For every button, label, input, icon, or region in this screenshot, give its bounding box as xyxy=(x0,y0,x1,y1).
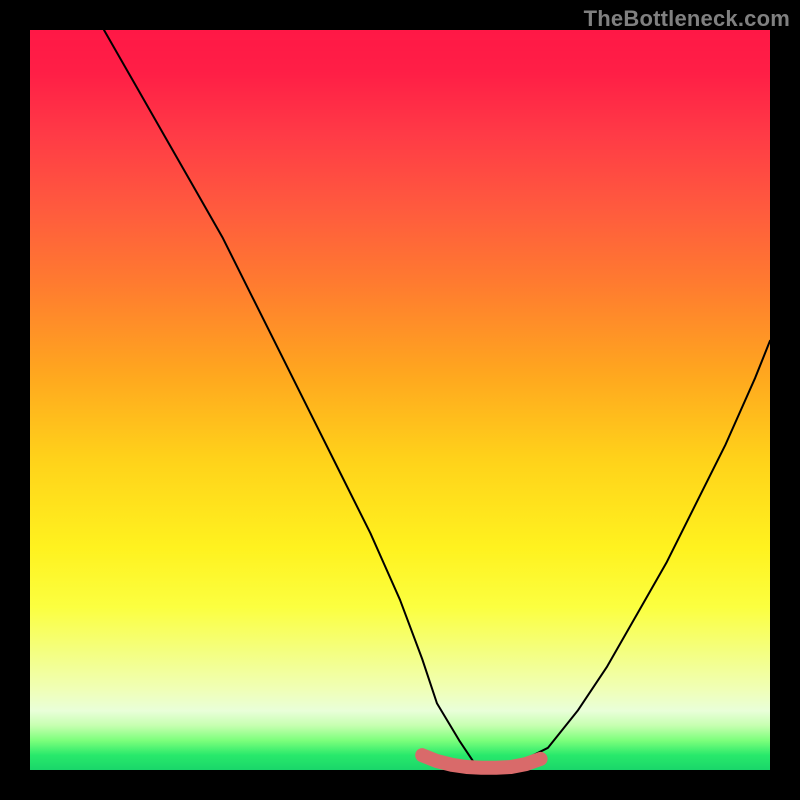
bottleneck-curve xyxy=(104,30,770,770)
chart-frame: TheBottleneck.com xyxy=(0,0,800,800)
plot-svg xyxy=(30,30,770,770)
optimal-range-marker xyxy=(422,755,540,768)
plot-area xyxy=(30,30,770,770)
watermark-text: TheBottleneck.com xyxy=(584,6,790,32)
